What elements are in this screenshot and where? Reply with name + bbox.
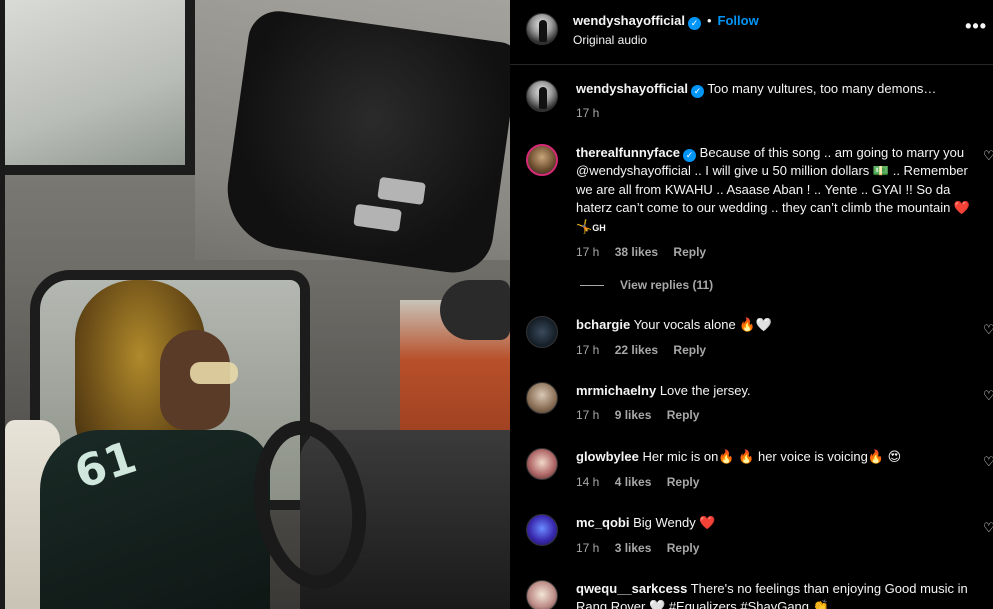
separator-dot: • (706, 13, 712, 28)
gh-flag: GH (592, 223, 606, 233)
comment-username[interactable]: bchargie (576, 317, 630, 332)
fire-emoji: 🔥 (867, 450, 884, 465)
comment-text: Your vocals alone (633, 317, 736, 332)
more-options-icon[interactable]: ••• (965, 16, 987, 37)
verified-badge-icon: ✓ (683, 149, 697, 162)
fire-emoji: 🔥 (739, 318, 756, 333)
commenter-avatar[interactable] (526, 448, 558, 480)
comment-hashtags[interactable]: #Equalizers #ShayGang (669, 599, 809, 609)
comment-text: Her mic is on (642, 449, 719, 464)
console-button (377, 176, 426, 205)
author-avatar[interactable] (526, 80, 558, 112)
side-mirror (440, 280, 510, 340)
comment-time: 17 h (576, 343, 600, 357)
comment-username[interactable]: therealfunnyface (576, 145, 680, 160)
white-heart-emoji: 🤍 (755, 318, 772, 333)
reel-video[interactable]: 61 (0, 0, 510, 609)
comment-likes[interactable]: 3 likes (615, 541, 652, 555)
white-heart-emoji: 🤍 (649, 600, 666, 609)
comment-text: Love the jersey. (659, 383, 751, 398)
cartwheel-emoji: 🤸 (576, 220, 593, 235)
heart-emoji: ❤️ (953, 201, 971, 216)
verified-badge-icon: ✓ (687, 17, 701, 30)
reply-button[interactable]: Reply (673, 343, 706, 357)
caption-username[interactable]: wendyshayofficial (576, 81, 688, 96)
fire-emoji: 🔥 (738, 450, 755, 465)
comment-time: 17 h (576, 541, 600, 555)
author-username[interactable]: wendyshayofficial (573, 13, 685, 28)
heart-eyes-emoji: 😍 (887, 450, 902, 465)
view-replies-label: View replies (11) (620, 278, 714, 292)
reply-button[interactable]: Reply (673, 245, 706, 259)
verified-badge-icon: ✓ (690, 85, 704, 98)
money-emoji: 💵 (872, 164, 890, 179)
reply-button[interactable]: Reply (667, 408, 700, 422)
comment-username[interactable]: mc_qobi (576, 515, 629, 530)
comment-likes[interactable]: 38 likes (615, 245, 658, 259)
comments-panel: wendyshayofficial ✓ • Follow Original audio… (510, 0, 993, 609)
fire-emoji: 🔥 (718, 450, 735, 465)
author-avatar[interactable] (526, 13, 558, 45)
view-replies-button[interactable]: View replies (11) (580, 278, 713, 292)
comment-time: 14 h (576, 475, 600, 489)
comment-text: Big Wendy (633, 515, 696, 530)
clap-emoji: 👏 (812, 600, 829, 609)
comment-likes[interactable]: 22 likes (615, 343, 658, 357)
car-sunroof (5, 0, 195, 175)
like-heart-icon[interactable]: ♡ (983, 454, 993, 469)
like-heart-icon[interactable]: ♡ (983, 148, 993, 163)
overhead-console (219, 7, 510, 278)
comment-likes[interactable]: 4 likes (615, 475, 652, 489)
comment-username[interactable]: mrmichaelny (576, 383, 656, 398)
like-heart-icon[interactable]: ♡ (983, 322, 993, 337)
caption-time: 17 h (576, 106, 600, 120)
post-header: wendyshayofficial ✓ • Follow Original audio… (510, 0, 993, 65)
follow-button[interactable]: Follow (718, 13, 759, 28)
comment-time: 17 h (576, 245, 600, 259)
comment-username[interactable]: glowbylee (576, 449, 639, 464)
comment-username[interactable]: qwequ__sarkcess (576, 581, 687, 596)
reply-button[interactable]: Reply (667, 541, 700, 555)
replies-line (580, 285, 604, 287)
sunglasses (190, 362, 238, 384)
console-button (353, 203, 402, 232)
comment-likes[interactable]: 9 likes (615, 408, 652, 422)
like-heart-icon[interactable]: ♡ (983, 388, 993, 403)
caption-text: Too many vultures, too many demons… (707, 81, 937, 96)
author-line: wendyshayofficial ✓ • Follow (573, 12, 759, 30)
like-heart-icon[interactable]: ♡ (983, 520, 993, 535)
comment-text: her voice is voicing (757, 449, 868, 464)
commenter-avatar[interactable] (526, 382, 558, 414)
commenter-avatar[interactable] (526, 580, 558, 609)
audio-label[interactable]: Original audio (573, 33, 647, 47)
heart-emoji: ❤️ (699, 516, 716, 531)
comment-time: 17 h (576, 408, 600, 422)
commenter-avatar[interactable] (526, 514, 558, 546)
commenter-avatar[interactable] (526, 316, 558, 348)
reply-button[interactable]: Reply (667, 475, 700, 489)
commenter-avatar[interactable] (526, 144, 558, 176)
